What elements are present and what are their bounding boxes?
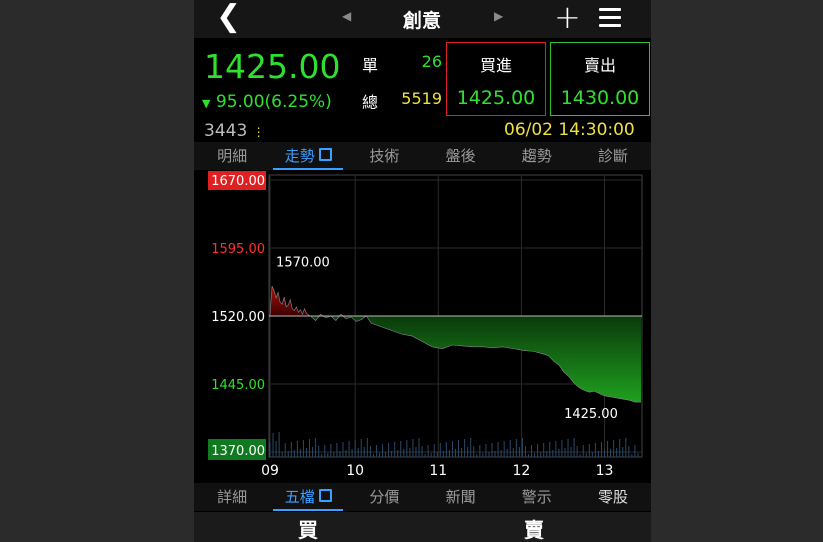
y-axis-label: 1595.00 bbox=[211, 242, 265, 257]
up-area bbox=[270, 286, 641, 316]
x-axis-label: 09 bbox=[261, 463, 279, 479]
volume-indicator-icon: ⋮ bbox=[252, 125, 265, 139]
down-triangle-icon: ▼ bbox=[202, 97, 211, 110]
single-label: 單 bbox=[362, 56, 379, 75]
add-icon[interactable]: + bbox=[554, 0, 581, 34]
top-tab-1[interactable]: 走勢 bbox=[270, 142, 346, 170]
menu-icon[interactable] bbox=[599, 8, 621, 32]
top-tab-label: 明細 bbox=[217, 147, 248, 165]
prev-stock-icon[interactable]: ◀ bbox=[342, 9, 351, 23]
expand-icon[interactable] bbox=[318, 148, 332, 161]
bottom-tab-label: 新聞 bbox=[445, 488, 476, 506]
y-axis-label: 1520.00 bbox=[211, 310, 265, 325]
bottom-tab-label: 分價 bbox=[369, 488, 400, 506]
top-tab-2[interactable]: 技術 bbox=[346, 142, 422, 170]
stock-app: ❮ ◀ 創意 ▶ + 1425.00 ▼ 95.00(6.25%) 單 26 總… bbox=[194, 0, 651, 542]
total-value: 5519 bbox=[401, 89, 442, 108]
bottom-tab-1[interactable]: 五檔 bbox=[270, 483, 346, 511]
sell-quote-box[interactable]: 賣出 1430.00 bbox=[550, 42, 650, 116]
top-tab-label: 盤後 bbox=[445, 147, 476, 165]
bottom-tab-4[interactable]: 警示 bbox=[499, 483, 575, 511]
bottom-tab-label: 五檔 bbox=[284, 488, 315, 506]
top-tabs: 明細 走勢 技術 盤後 趨勢 診斷 bbox=[194, 142, 651, 170]
down-area bbox=[270, 316, 641, 403]
top-tab-label: 技術 bbox=[369, 147, 400, 165]
bottom-tabs: 詳細 五檔 分價 新聞 警示 零股 bbox=[194, 483, 651, 511]
current-price: 1425.00 bbox=[204, 47, 341, 86]
bottom-tab-label: 零股 bbox=[597, 488, 628, 506]
bottom-tab-2[interactable]: 分價 bbox=[346, 483, 422, 511]
top-tab-label: 診斷 bbox=[597, 147, 628, 165]
y-axis-label: 1370.00 bbox=[211, 444, 265, 459]
top-tab-label: 走勢 bbox=[284, 147, 315, 165]
last-annotation: 1425.00 bbox=[564, 407, 618, 422]
sell-label: 賣出 bbox=[583, 56, 616, 75]
price-change-text: 95.00(6.25%) bbox=[215, 92, 332, 112]
sell-price: 1430.00 bbox=[560, 87, 640, 109]
bottom-tab-label: 詳細 bbox=[217, 488, 248, 506]
next-stock-icon[interactable]: ▶ bbox=[494, 9, 503, 23]
stock-title: 創意 bbox=[402, 10, 441, 32]
intraday-chart: 1670.00 1595.00 1520.00 1445.00 1370.00 09 10 1… bbox=[204, 171, 649, 481]
high-annotation: 1570.00 bbox=[276, 256, 330, 271]
top-tab-4[interactable]: 趨勢 bbox=[499, 142, 575, 170]
quote-datetime: 06/02 14:30:00 bbox=[504, 120, 635, 140]
buy-label: 買進 bbox=[479, 56, 512, 75]
sell-column-header: 賣 bbox=[524, 518, 544, 542]
expand-icon[interactable] bbox=[318, 489, 332, 502]
buy-price: 1425.00 bbox=[456, 87, 536, 109]
y-axis-label: 1670.00 bbox=[211, 174, 265, 189]
top-tab-5[interactable]: 診斷 bbox=[575, 142, 651, 170]
total-label: 總 bbox=[362, 93, 379, 112]
price-change: ▼ 95.00(6.25%) bbox=[202, 92, 332, 112]
bottom-tab-0[interactable]: 詳細 bbox=[194, 483, 270, 511]
x-axis-label: 12 bbox=[512, 463, 530, 479]
buy-quote-box[interactable]: 買進 1425.00 bbox=[446, 42, 546, 116]
top-tab-0[interactable]: 明細 bbox=[194, 142, 270, 170]
back-button[interactable]: ❮ bbox=[216, 2, 241, 32]
bottom-tab-3[interactable]: 新聞 bbox=[423, 483, 499, 511]
bottom-tab-label: 警示 bbox=[521, 488, 552, 506]
bottom-tab-5[interactable]: 零股 bbox=[575, 483, 651, 511]
top-bar: ❮ ◀ 創意 ▶ + bbox=[194, 0, 651, 38]
x-axis-label: 11 bbox=[429, 463, 447, 479]
single-value: 26 bbox=[421, 52, 442, 71]
top-tab-label: 趨勢 bbox=[521, 147, 552, 165]
x-axis-label: 13 bbox=[596, 463, 614, 479]
volume: 3443 ⋮ bbox=[204, 121, 265, 141]
y-axis-label: 1445.00 bbox=[211, 378, 265, 393]
volume-value: 3443 bbox=[204, 121, 248, 141]
top-tab-3[interactable]: 盤後 bbox=[423, 142, 499, 170]
order-book-header bbox=[194, 512, 651, 542]
x-axis-label: 10 bbox=[346, 463, 364, 479]
buy-column-header: 買 bbox=[298, 518, 318, 542]
